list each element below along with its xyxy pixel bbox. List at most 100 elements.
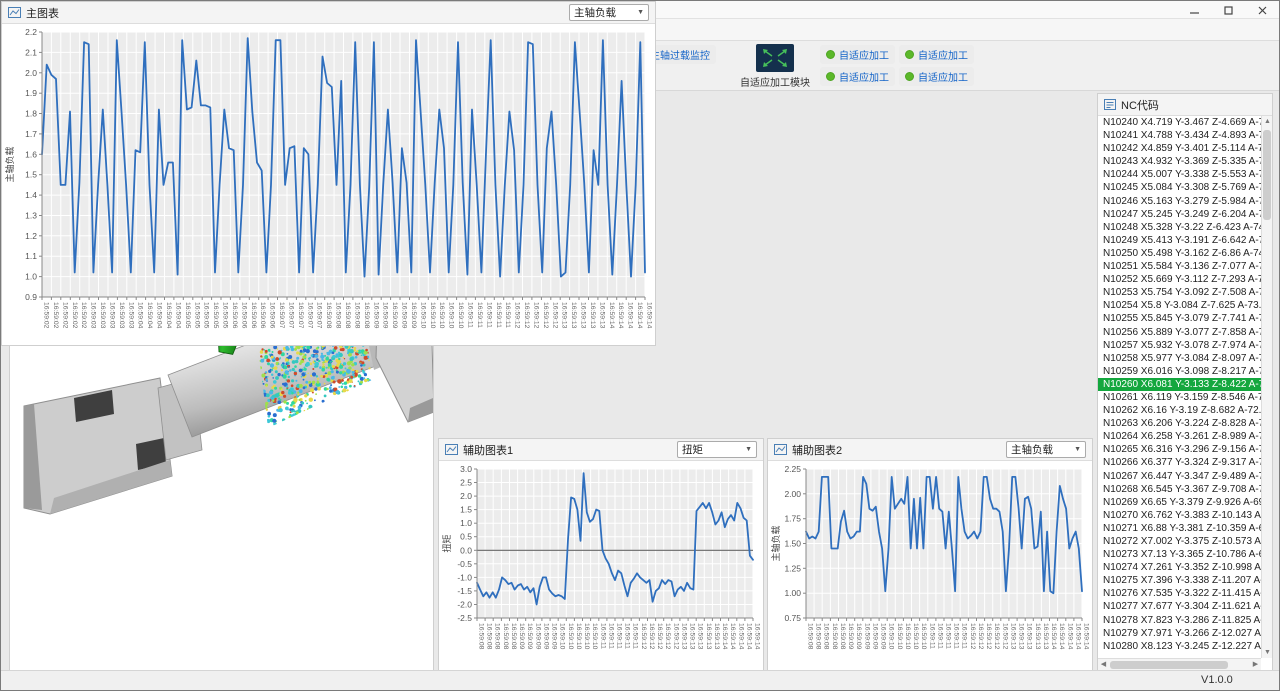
nc-line[interactable]: N10261 X6.119 Y-3.159 Z-8.546 A-72.701 <box>1098 391 1261 404</box>
nc-line[interactable]: N10254 X5.8 Y-3.084 Z-7.625 A-73.571 C <box>1098 299 1261 312</box>
nc-horizontal-scrollbar[interactable]: ◀ ▶ <box>1098 658 1261 670</box>
adaptive-badge-grid: 自适应加工自适应加工自适应加工自适应加工 <box>820 45 974 86</box>
svg-text:16:59:02: 16:59:02 <box>71 302 78 329</box>
svg-text:16:59:04: 16:59:04 <box>156 302 163 329</box>
adaptive-badge[interactable]: 自适应加工 <box>820 67 895 86</box>
svg-text:16:59:11: 16:59:11 <box>928 623 935 649</box>
monitor-badge-label: 主轴过载监控 <box>650 47 710 62</box>
nc-line[interactable]: N10255 X5.845 Y-3.079 Z-7.741 A-73.458 <box>1098 312 1261 325</box>
nc-line[interactable]: N10272 X7.002 Y-3.375 Z-10.573 A-68.05 <box>1098 535 1261 548</box>
nc-line[interactable]: N10248 X5.328 Y-3.22 Z-6.423 A-74.52 C <box>1098 221 1261 234</box>
svg-text:16:59:08: 16:59:08 <box>486 623 493 650</box>
nc-code-title: NC代码 <box>1121 97 1159 113</box>
svg-text:0.9: 0.9 <box>25 292 37 302</box>
nc-line[interactable]: N10240 X4.719 Y-3.467 Z-4.669 A-76.396 <box>1098 116 1261 129</box>
nc-vertical-scrollbar[interactable]: ▲ ▼ <box>1261 116 1272 658</box>
nc-line[interactable]: N10242 X4.859 Y-3.401 Z-5.114 A-75.775 <box>1098 142 1261 155</box>
aux-chart1-signal-dropdown[interactable]: 扭矩 ▼ <box>677 441 757 458</box>
nc-line[interactable]: N10252 X5.669 Y-3.112 Z-7.293 A-73.844 <box>1098 273 1261 286</box>
nc-line[interactable]: N10276 X7.535 Y-3.322 Z-11.415 A-65.22 <box>1098 587 1261 600</box>
nc-line[interactable]: N10278 X7.823 Y-3.286 Z-11.825 A-63.73 <box>1098 614 1261 627</box>
nc-line[interactable]: N10245 X5.084 Y-3.308 Z-5.769 A-75.088 <box>1098 181 1261 194</box>
nc-line[interactable]: N10258 X5.977 Y-3.084 Z-8.097 A-73.138 <box>1098 352 1261 365</box>
main-chart-title: 主图表 <box>26 5 59 21</box>
nc-line[interactable]: N10250 X5.498 Y-3.162 Z-6.86 A-74.178 C <box>1098 247 1261 260</box>
svg-text:16:59:13: 16:59:13 <box>598 302 605 329</box>
svg-text:16:59:08: 16:59:08 <box>831 623 838 650</box>
nc-line[interactable]: N10269 X6.65 Y-3.379 Z-9.926 A-69.947 C <box>1098 496 1261 509</box>
svg-text:-1.0: -1.0 <box>457 572 472 582</box>
nc-line[interactable]: N10244 X5.007 Y-3.338 Z-5.553 A-75.297 <box>1098 168 1261 181</box>
aux-chart2-signal-dropdown[interactable]: 主轴负载 ▼ <box>1006 441 1086 458</box>
svg-text:16:59:08: 16:59:08 <box>363 302 370 329</box>
svg-text:16:59:05: 16:59:05 <box>193 302 200 329</box>
nc-line[interactable]: N10277 X7.677 Y-3.304 Z-11.621 A-64.48 <box>1098 600 1261 613</box>
svg-text:16:59:11: 16:59:11 <box>467 302 474 328</box>
adaptive-badge[interactable]: 自适应加工 <box>899 67 974 86</box>
adaptive-module-label: 自适应加工模块 <box>740 74 810 89</box>
scroll-up-icon[interactable]: ▲ <box>1262 116 1273 127</box>
scroll-right-icon[interactable]: ▶ <box>1250 659 1261 670</box>
svg-text:16:59:13: 16:59:13 <box>1026 623 1033 650</box>
nc-line[interactable]: N10253 X5.754 Y-3.092 Z-7.508 A-73.677 <box>1098 286 1261 299</box>
nc-line[interactable]: N10257 X5.932 Y-3.078 Z-7.974 A-73.243 <box>1098 339 1261 352</box>
svg-text:16:59:10: 16:59:10 <box>583 623 590 650</box>
nc-line[interactable]: N10273 X7.13 Y-3.365 Z-10.786 A-67.372 <box>1098 548 1261 561</box>
svg-text:扭矩: 扭矩 <box>441 534 452 552</box>
svg-text:0.5: 0.5 <box>460 532 472 542</box>
svg-text:16:59:03: 16:59:03 <box>109 302 116 329</box>
nc-line[interactable]: N10274 X7.261 Y-3.352 Z-10.998 A-66.67 <box>1098 561 1261 574</box>
svg-text:16:59:08: 16:59:08 <box>325 302 332 329</box>
nc-line[interactable]: N10246 X5.163 Y-3.279 Z-5.984 A-74.892 <box>1098 195 1261 208</box>
nc-line[interactable]: N10263 X6.206 Y-3.224 Z-8.828 A-72.33 C <box>1098 417 1261 430</box>
nc-line[interactable]: N10271 X6.88 Y-3.381 Z-10.359 A-68.711 <box>1098 522 1261 535</box>
nc-line[interactable]: N10266 X6.377 Y-3.324 Z-9.317 A-71.443 <box>1098 456 1261 469</box>
nc-line[interactable]: N10264 X6.258 Y-3.261 Z-8.989 A-72.072 <box>1098 430 1261 443</box>
close-button[interactable] <box>1245 1 1279 19</box>
svg-text:16:59:14: 16:59:14 <box>729 623 736 650</box>
svg-text:-1.5: -1.5 <box>457 586 472 596</box>
adaptive-badge[interactable]: 自适应加工 <box>899 45 974 64</box>
svg-text:16:59:10: 16:59:10 <box>591 623 598 650</box>
chevron-down-icon: ▼ <box>637 9 644 16</box>
nc-line[interactable]: N10280 X8.123 Y-3.245 Z-12.227 A-62.23 <box>1098 640 1261 653</box>
nc-line[interactable]: N10262 X6.16 Y-3.19 Z-8.682 A-72.534 C <box>1098 404 1261 417</box>
nc-line[interactable]: N10275 X7.396 Y-3.338 Z-11.207 A-65.95 <box>1098 574 1261 587</box>
nc-line[interactable]: N10256 X5.889 Y-3.077 Z-7.858 A-73.348 <box>1098 326 1261 339</box>
nc-line[interactable]: N10270 X6.762 Y-3.383 Z-10.143 A-69.34 <box>1098 509 1261 522</box>
minimize-button[interactable] <box>1177 1 1211 19</box>
nc-line[interactable]: N10241 X4.788 Y-3.434 Z-4.893 A-76.062 <box>1098 129 1261 142</box>
svg-text:16:59:11: 16:59:11 <box>495 302 502 328</box>
svg-text:2.25: 2.25 <box>784 464 801 474</box>
svg-text:16:59:13: 16:59:13 <box>680 623 687 650</box>
nc-line[interactable]: N10251 X5.584 Y-3.136 Z-7.077 A-74.012 <box>1098 260 1261 273</box>
nc-line[interactable]: N10279 X7.971 Y-3.266 Z-12.027 A-62.98 <box>1098 627 1261 640</box>
svg-text:16:59:10: 16:59:10 <box>920 623 927 650</box>
nc-vscroll-thumb[interactable] <box>1263 130 1271 220</box>
nc-line-selected[interactable]: N10260 X6.081 Y-3.133 Z-8.422 A-72.835 <box>1098 378 1261 391</box>
nc-line[interactable]: N10243 X4.932 Y-3.369 Z-5.335 A-75.523 <box>1098 155 1261 168</box>
scroll-left-icon[interactable]: ◀ <box>1098 659 1109 670</box>
nc-line[interactable]: N10249 X5.413 Y-3.191 Z-6.642 A-74.346 <box>1098 234 1261 247</box>
nc-code-list[interactable]: N10240 X4.719 Y-3.467 Z-4.669 A-76.396N1… <box>1098 116 1261 658</box>
nc-line[interactable]: N10259 X6.016 Y-3.098 Z-8.217 A-73.036 <box>1098 365 1261 378</box>
nc-hscroll-thumb[interactable] <box>1110 661 1228 669</box>
svg-text:16:59:13: 16:59:13 <box>570 302 577 329</box>
scroll-down-icon[interactable]: ▼ <box>1262 647 1273 658</box>
svg-text:16:59:05: 16:59:05 <box>203 302 210 329</box>
nc-line[interactable]: N10247 X5.245 Y-3.249 Z-6.204 A-74.701 <box>1098 208 1261 221</box>
maximize-button[interactable] <box>1211 1 1245 19</box>
main-chart-signal-dropdown[interactable]: 主轴负载 ▼ <box>569 4 649 21</box>
svg-text:2.2: 2.2 <box>25 27 37 37</box>
svg-text:16:59:14: 16:59:14 <box>737 623 744 650</box>
nc-line[interactable]: N10265 X6.316 Y-3.296 Z-9.156 A-71.771 <box>1098 443 1261 456</box>
svg-text:16:59:11: 16:59:11 <box>945 623 952 649</box>
workpiece-left-block <box>24 378 172 514</box>
adaptive-module-block[interactable]: 自适应加工模块 <box>740 44 810 89</box>
nc-line[interactable]: N10268 X6.545 Y-3.367 Z-9.708 A-70.519 <box>1098 483 1261 496</box>
nc-line[interactable]: N10267 X6.447 Y-3.347 Z-9.489 A-71.055 <box>1098 470 1261 483</box>
adaptive-badge-label: 自适应加工 <box>918 69 968 84</box>
adaptive-badge[interactable]: 自适应加工 <box>820 45 895 64</box>
svg-text:16:59:08: 16:59:08 <box>815 623 822 650</box>
svg-text:2.1: 2.1 <box>25 47 37 57</box>
